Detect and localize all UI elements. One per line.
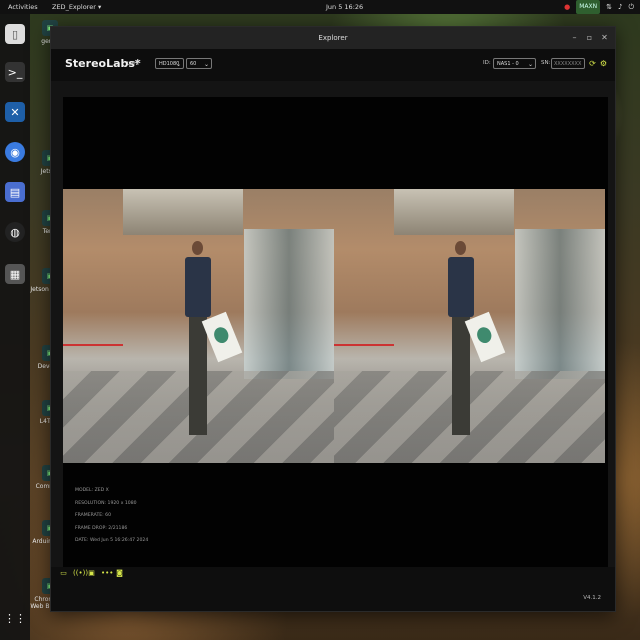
vscode-icon[interactable]: ✕ (5, 102, 25, 122)
explorer-header: StereoLabs* LIVE HD1080 ⌄ 60 ⌄ ID: NAS1 - … (51, 49, 615, 81)
camera-id-value: NAS1 - 0 (497, 61, 519, 67)
power-mode-badge[interactable]: MAXN (576, 0, 601, 14)
id-label: ID: (483, 60, 491, 66)
resolution-select[interactable]: HD1080 ⌄ (155, 58, 184, 69)
maximize-icon[interactable]: ▫ (585, 33, 594, 42)
fps-select[interactable]: 60 ⌄ (186, 58, 212, 69)
left-camera-view (63, 189, 334, 463)
system-tray: ● MAXN ⇅ ♪ ⏻ (564, 0, 634, 14)
fps-value: 60 (190, 61, 197, 67)
title-bar[interactable]: Explorer – ▫ ✕ (51, 27, 615, 49)
settings-icon[interactable]: ⚙ (599, 59, 608, 68)
video-viewer: MODEL: ZED X RESOLUTION: 1920 x 1080 FRA… (63, 97, 608, 569)
camera-id-select[interactable]: NAS1 - 0 ⌄ (493, 58, 536, 69)
camera-icon[interactable]: ◙ (115, 569, 124, 578)
explorer-footer: ▭ ((•)) ▣ ••• ◙ V4.1.2 (51, 567, 615, 611)
obs-icon[interactable]: ◍ (5, 222, 25, 242)
refresh-icon[interactable]: ⟳ (588, 59, 597, 68)
system-top-bar: Activities ZED_Explorer ▾ Jun 5 16:26 ● … (0, 0, 640, 14)
sn-label: SN: (541, 60, 551, 66)
volume-icon[interactable]: ♪ (618, 0, 622, 14)
chromium-icon[interactable]: ◉ (5, 142, 25, 162)
chevron-down-icon: ⌄ (203, 61, 209, 68)
version-label: V4.1.2 (583, 595, 601, 601)
dock: ▯ >_ ✕ ◉ ▤ ◍ ▦ ⋮⋮ (0, 14, 30, 640)
serial-number-field[interactable]: XXXXXXXX (551, 58, 585, 69)
stereo-video-feed (63, 189, 605, 463)
info-model: MODEL: ZED X (75, 488, 109, 493)
files-icon[interactable]: ▯ (5, 24, 25, 44)
folder-icon[interactable]: ▭ (59, 569, 68, 578)
zed-explorer-icon[interactable]: ▦ (5, 264, 25, 284)
app-menu[interactable]: ZED_Explorer ▾ (52, 0, 101, 14)
info-framerate: FRAMERATE: 60 (75, 513, 112, 518)
explorer-window: Explorer – ▫ ✕ StereoLabs* LIVE HD1080 ⌄ … (50, 26, 616, 612)
info-date: DATE: Wed Jun 5 16:26:47 2024 (75, 538, 149, 543)
network-icon[interactable]: ⇅ (606, 0, 612, 14)
chevron-down-icon: ⌄ (527, 61, 533, 68)
text-editor-icon[interactable]: ▤ (5, 182, 25, 202)
chevron-down-icon: ⌄ (175, 61, 181, 68)
record-icon[interactable]: ▣ (87, 569, 96, 578)
live-label: LIVE (127, 61, 139, 67)
camera-info-overlay: MODEL: ZED X RESOLUTION: 1920 x 1080 FRA… (75, 485, 148, 548)
nvidia-icon[interactable]: ● (564, 0, 570, 14)
activities-button[interactable]: Activities (8, 0, 38, 14)
show-apps-icon[interactable]: ⋮⋮ (4, 608, 26, 628)
stream-icon[interactable]: ((•)) (73, 569, 88, 578)
minimize-icon[interactable]: – (570, 33, 579, 42)
info-frame-drop: FRAME DROP: 2/21186 (75, 525, 128, 531)
more-icon[interactable]: ••• (101, 569, 113, 578)
power-icon[interactable]: ⏻ (628, 0, 634, 14)
terminal-icon[interactable]: >_ (5, 62, 25, 82)
window-title: Explorer (318, 34, 348, 42)
right-camera-view (334, 189, 605, 463)
clock[interactable]: Jun 5 16:26 (326, 0, 363, 14)
info-resolution: RESOLUTION: 1920 x 1080 (75, 500, 137, 506)
close-icon[interactable]: ✕ (600, 33, 609, 42)
